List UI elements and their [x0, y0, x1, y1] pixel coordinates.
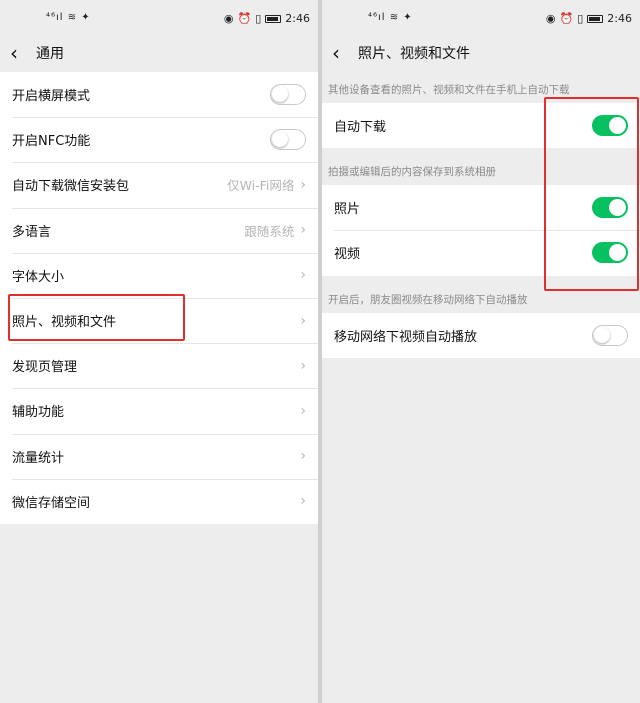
battery-icon: [265, 14, 282, 23]
setting-label: 微信存储空间: [12, 495, 91, 511]
signal-icon: ⁴⁶ıl ≋ ✦: [46, 12, 91, 23]
settings-list: 开启横屏模式 开启NFC功能 自动下载微信安装包 仅Wi-Fi网络 › 多语言 …: [0, 72, 318, 524]
setting-row-language[interactable]: 多语言 跟随系统 ›: [0, 207, 318, 253]
section-hint-save-to-album: 拍摄或编辑后的内容保存到系统相册: [328, 166, 496, 179]
setting-value: 仅Wi-Fi网络: [227, 178, 295, 194]
auto-download-group: 自动下载: [322, 103, 640, 149]
section-hint-auto-download: 其他设备查看的照片、视频和文件在手机上自动下载: [328, 84, 570, 96]
chevron-right-icon: ›: [300, 448, 306, 465]
autoplay-group: 移动网络下视频自动播放: [322, 312, 640, 358]
battery-icon: [587, 14, 604, 23]
status-time: 2:46: [607, 12, 632, 25]
back-arrow-icon[interactable]: ‹: [332, 43, 354, 63]
chevron-right-icon: ›: [300, 312, 306, 329]
setting-row-font-size[interactable]: 字体大小 ›: [0, 252, 318, 298]
status-bar: ⁴⁶ıl ≋ ✦ ◉ ⏰ ▯ 2:46: [322, 0, 640, 38]
alarm-icon: ⏰: [237, 12, 252, 25]
photo-toggle[interactable]: [592, 197, 628, 219]
navbar: ‹ 通用: [0, 38, 318, 68]
setting-label: 多语言: [12, 224, 52, 240]
setting-row-photos-videos-files[interactable]: 照片、视频和文件 ›: [0, 297, 318, 343]
nfc-toggle[interactable]: [270, 129, 306, 151]
chevron-right-icon: ›: [300, 176, 306, 193]
toggle-knob: [272, 86, 288, 103]
vibrate-icon: ▯: [577, 12, 584, 25]
toggle-knob: [609, 199, 626, 217]
vibrate-icon: ▯: [255, 12, 262, 25]
setting-row-mobile-autoplay[interactable]: 移动网络下视频自动播放: [322, 313, 640, 358]
navbar: ‹ 照片、视频和文件: [322, 38, 640, 68]
toggle-knob: [609, 244, 626, 262]
auto-download-toggle[interactable]: [592, 115, 628, 137]
setting-label: 移动网络下视频自动播放: [334, 329, 478, 345]
setting-label: 自动下载微信安装包: [12, 179, 130, 195]
setting-label: 辅助功能: [12, 405, 65, 421]
eye-icon: ◉: [223, 12, 234, 25]
setting-row-accessibility[interactable]: 辅助功能 ›: [0, 388, 318, 433]
general-settings-panel: ⁴⁶ıl ≋ ✦ ◉ ⏰ ▯ 2:46 ‹ 通用 开启横屏模式 开启NFC功能 …: [0, 0, 318, 703]
setting-row-nfc[interactable]: 开启NFC功能: [0, 117, 318, 162]
setting-label: 视频: [334, 247, 361, 263]
setting-row-data-usage[interactable]: 流量统计 ›: [0, 433, 318, 479]
status-bar: ⁴⁶ıl ≋ ✦ ◉ ⏰ ▯ 2:46: [0, 0, 318, 38]
chevron-right-icon: ›: [300, 267, 306, 284]
setting-value: 跟随系统: [244, 223, 295, 239]
chevron-right-icon: ›: [300, 222, 306, 239]
setting-label: 自动下载: [334, 120, 387, 136]
toggle-knob: [272, 131, 288, 148]
save-to-album-group: 照片 视频: [322, 185, 640, 276]
setting-row-discover-management[interactable]: 发现页管理 ›: [0, 343, 318, 388]
setting-label: 照片、视频和文件: [12, 315, 117, 331]
setting-label: 照片: [334, 202, 361, 218]
setting-label: 字体大小: [12, 269, 65, 285]
back-arrow-icon[interactable]: ‹: [10, 43, 32, 63]
video-toggle[interactable]: [592, 242, 628, 264]
setting-row-storage[interactable]: 微信存储空间 ›: [0, 478, 318, 524]
page-title: 照片、视频和文件: [358, 46, 470, 62]
setting-label: 流量统计: [12, 450, 65, 466]
landscape-toggle[interactable]: [270, 84, 306, 106]
alarm-icon: ⏰: [559, 12, 574, 25]
setting-label: 发现页管理: [12, 360, 78, 376]
chevron-right-icon: ›: [300, 402, 306, 419]
mobile-autoplay-toggle[interactable]: [592, 324, 628, 346]
setting-row-photo[interactable]: 照片: [322, 185, 640, 230]
setting-label: 开启横屏模式: [12, 89, 91, 105]
status-time: 2:46: [285, 12, 310, 25]
photos-videos-files-panel: ⁴⁶ıl ≋ ✦ ◉ ⏰ ▯ 2:46 ‹ 照片、视频和文件 其他设备查看的照片…: [322, 0, 640, 703]
signal-icon: ⁴⁶ıl ≋ ✦: [368, 12, 413, 23]
setting-row-landscape[interactable]: 开启横屏模式: [0, 72, 318, 117]
setting-row-video[interactable]: 视频: [322, 230, 640, 275]
toggle-knob: [594, 326, 610, 343]
setting-row-auto-download[interactable]: 自动下载: [322, 103, 640, 148]
setting-row-auto-download-installer[interactable]: 自动下载微信安装包 仅Wi-Fi网络 ›: [0, 162, 318, 207]
section-hint-moments-autoplay: 开启后，朋友圈视频在移动网络下自动播放: [328, 293, 528, 306]
chevron-right-icon: ›: [300, 357, 306, 374]
eye-icon: ◉: [545, 12, 556, 25]
setting-label: 开启NFC功能: [12, 134, 91, 150]
toggle-knob: [609, 117, 626, 135]
page-title: 通用: [36, 46, 64, 62]
chevron-right-icon: ›: [300, 493, 306, 510]
